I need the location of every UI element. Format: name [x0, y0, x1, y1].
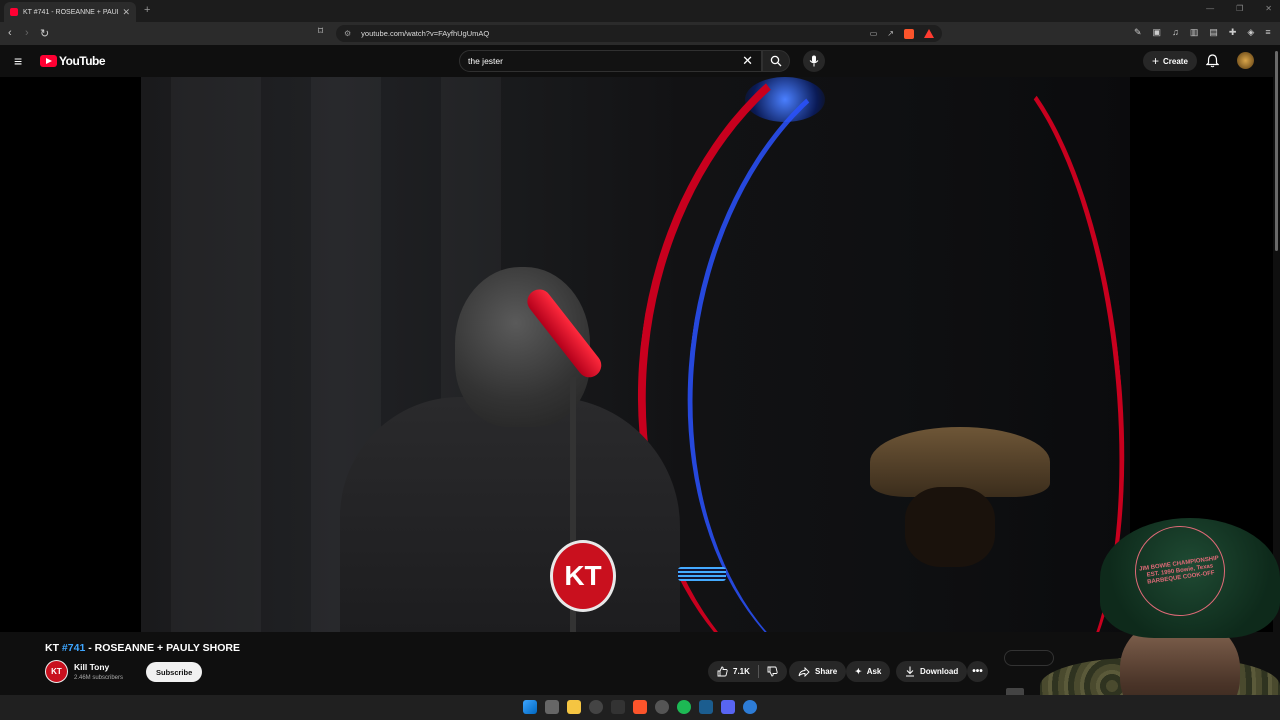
- search-icon: [770, 55, 782, 67]
- divider: [757, 665, 759, 678]
- hoodie: [340, 397, 680, 632]
- window-close-icon[interactable]: ✕: [1265, 4, 1272, 13]
- share-label: Share: [815, 667, 838, 676]
- more-actions-button[interactable]: •••: [967, 661, 988, 682]
- task-view-icon[interactable]: [545, 700, 559, 714]
- sidebar-toggle-icon[interactable]: ▥: [1190, 27, 1199, 38]
- video-title: KT #741 - ROSEANNE + PAULY SHORE: [45, 642, 240, 654]
- windows-start-icon[interactable]: [523, 700, 537, 714]
- discord-icon[interactable]: [721, 700, 735, 714]
- hashtag-link[interactable]: #741: [62, 642, 85, 654]
- led-glasses: [678, 567, 726, 581]
- new-tab-icon[interactable]: +: [144, 4, 150, 16]
- comedian-figure: [340, 267, 680, 632]
- ask-button[interactable]: ✦ Ask: [846, 661, 891, 682]
- voice-search-button[interactable]: [803, 50, 825, 72]
- vpn-shield-icon[interactable]: ◈: [1247, 27, 1254, 38]
- youtube-play-icon: [40, 55, 57, 67]
- webcam-overlay: JIM BOWIE CHAMPIONSHIP EST. 1990 Bowie, …: [1040, 508, 1280, 720]
- youtube-favicon-icon: [10, 8, 18, 16]
- steam-icon[interactable]: [699, 700, 713, 714]
- file-explorer-icon[interactable]: [567, 700, 581, 714]
- extension-icon[interactable]: ✎: [1134, 27, 1142, 38]
- scrollbar-thumb[interactable]: [1275, 51, 1278, 251]
- download-icon: [906, 666, 914, 677]
- title-suffix: - ROSEANNE + PAULY SHORE: [85, 642, 240, 654]
- close-tab-icon[interactable]: ✕: [122, 7, 130, 18]
- browser-tab-strip: KT #741 - ROSEANNE + PAULY SHORE ✕ + — ❐…: [0, 0, 1280, 22]
- minimize-icon[interactable]: —: [1206, 4, 1214, 13]
- notifications-bell-icon[interactable]: [1206, 54, 1219, 68]
- ask-label: Ask: [866, 667, 882, 676]
- music-icon[interactable]: ♫: [1172, 27, 1179, 38]
- terminal-icon[interactable]: [611, 700, 625, 714]
- subscribe-button[interactable]: Subscribe: [146, 662, 203, 682]
- youtube-header: ≡ YouTube the jester ✕ + Create: [0, 45, 1280, 77]
- app-blue-icon[interactable]: [743, 700, 757, 714]
- search-input[interactable]: the jester ✕: [459, 50, 762, 72]
- clear-search-icon[interactable]: ✕: [742, 53, 753, 69]
- youtube-logo-text: YouTube: [59, 54, 106, 68]
- browser-tab[interactable]: KT #741 - ROSEANNE + PAULY SHORE ✕: [4, 2, 136, 22]
- wallet-alt-icon[interactable]: ▤: [1209, 27, 1218, 38]
- subscriber-count: 2.46M subscribers: [74, 675, 124, 681]
- menu-icon[interactable]: ≡: [1265, 27, 1270, 38]
- download-button[interactable]: Download: [896, 661, 968, 682]
- create-label: Create: [1163, 56, 1188, 66]
- create-button[interactable]: + Create: [1143, 51, 1197, 71]
- cast-icon[interactable]: ▭: [870, 29, 878, 38]
- like-count: 7.1K: [733, 667, 750, 676]
- windows-taskbar: [0, 695, 1280, 720]
- channel-avatar[interactable]: KT: [45, 660, 68, 683]
- site-info-icon[interactable]: ⚙: [344, 29, 351, 38]
- search-button[interactable]: [762, 50, 790, 72]
- panelist-figure: [905, 487, 995, 567]
- puzzle-icon[interactable]: ✚: [1229, 27, 1237, 38]
- plus-icon: +: [1152, 54, 1160, 68]
- brave-shields-icon[interactable]: [904, 28, 914, 39]
- thumbs-down-icon[interactable]: [767, 666, 778, 677]
- reload-icon[interactable]: ↻: [40, 27, 49, 40]
- address-bar[interactable]: ⚙ youtube.com/watch?v=FAyfhUgUmAQ ▭ ↗: [336, 25, 942, 42]
- tab-title: KT #741 - ROSEANNE + PAULY SHORE: [23, 8, 118, 16]
- channel-name[interactable]: Kill Tony: [74, 662, 109, 672]
- video-letterbox-left: [0, 77, 141, 632]
- share-button[interactable]: Share: [789, 661, 847, 682]
- maximize-icon[interactable]: ❐: [1236, 4, 1243, 13]
- url-text[interactable]: youtube.com/watch?v=FAyfhUgUmAQ: [361, 29, 870, 38]
- curtain-fold: [171, 77, 261, 632]
- window-controls: — ❐ ✕: [1206, 4, 1272, 13]
- kt-logo-mic-flag: KT: [550, 540, 616, 612]
- bookmark-icon[interactable]: ⌑: [318, 26, 323, 37]
- wallet-icon[interactable]: ▣: [1153, 27, 1162, 38]
- account-avatar[interactable]: [1237, 52, 1254, 69]
- brave-rewards-icon[interactable]: [924, 29, 934, 38]
- sparkle-icon: ✦: [855, 667, 862, 676]
- search-value[interactable]: the jester: [468, 56, 503, 66]
- title-prefix: KT: [45, 642, 62, 654]
- microphone-icon: [809, 55, 819, 67]
- extension-icons: ✎ ▣ ♫ ▥ ▤ ✚ ◈ ≡: [1134, 27, 1271, 38]
- like-button[interactable]: 7.1K: [717, 666, 750, 677]
- download-label: Download: [920, 667, 959, 676]
- github-icon[interactable]: [655, 700, 669, 714]
- share-page-icon[interactable]: ↗: [887, 29, 894, 38]
- app-icon[interactable]: [589, 700, 603, 714]
- brave-browser-icon[interactable]: [633, 700, 647, 714]
- browser-toolbar: ‹ › ↻ ⌑ ⚙ youtube.com/watch?v=FAyfhUgUmA…: [0, 22, 1280, 45]
- back-icon[interactable]: ‹: [8, 27, 12, 39]
- more-dots-icon: •••: [972, 666, 983, 677]
- share-icon: [798, 666, 810, 677]
- like-dislike-group: 7.1K: [708, 661, 787, 682]
- hamburger-menu-icon[interactable]: ≡: [14, 54, 22, 68]
- thumbs-up-icon: [717, 666, 728, 677]
- spotify-icon[interactable]: [677, 700, 691, 714]
- youtube-logo[interactable]: YouTube: [40, 54, 106, 68]
- forward-icon[interactable]: ›: [25, 27, 29, 39]
